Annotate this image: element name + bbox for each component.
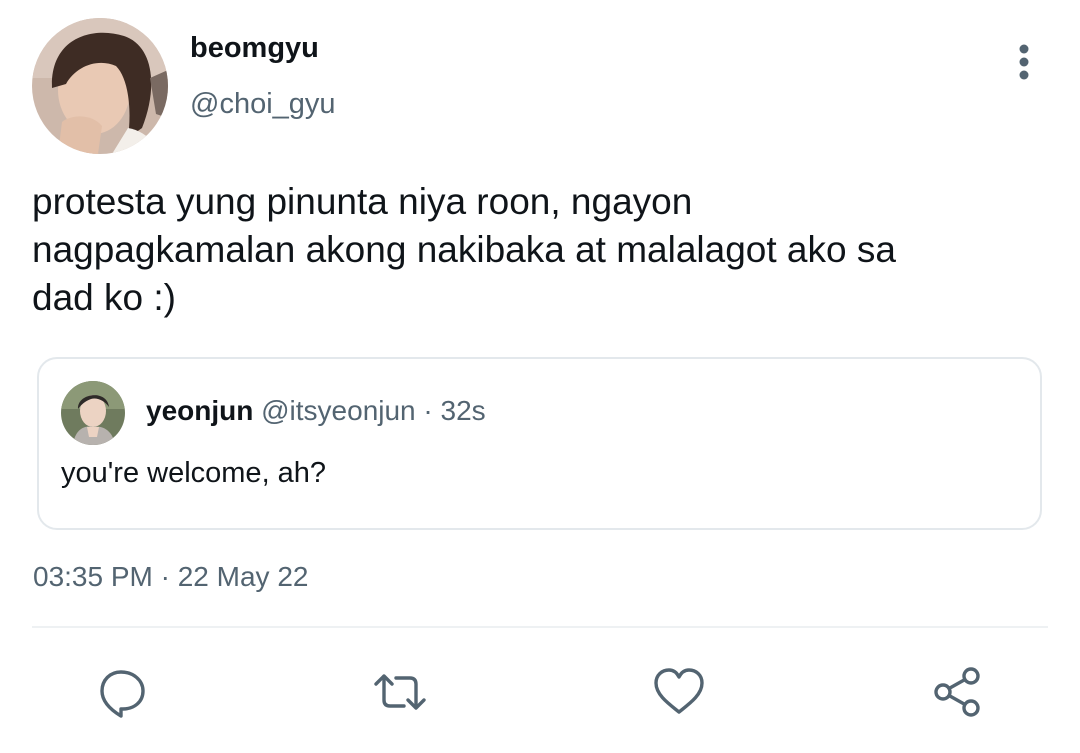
quoted-time: 32s [440,395,486,426]
share-icon [934,667,980,717]
more-options-button[interactable] [1004,40,1044,84]
tweet-text: protesta yung pinunta niya roon, ngayon n… [32,178,1042,322]
author-handle[interactable]: @choi_gyu [190,88,336,121]
share-button[interactable] [929,664,985,720]
reply-button[interactable] [95,664,151,720]
author-display-name[interactable]: beomgyu [190,32,319,65]
tweet-timestamp[interactable]: 03:35 PM · 22 May 22 [33,561,308,593]
more-vertical-icon [1019,44,1029,80]
retweet-button[interactable] [372,664,428,720]
tweet-text-line: nagpagkamalan akong nakibaka at malalago… [32,229,896,270]
heart-icon [654,668,704,714]
quoted-separator: · [423,395,433,426]
quoted-author-name[interactable]: yeonjun [146,395,253,426]
author-avatar[interactable] [32,18,168,154]
tweet-text-line: protesta yung pinunta niya roon, ngayon [32,181,693,222]
reply-bubble-icon [100,670,145,718]
divider [32,626,1048,628]
like-button[interactable] [651,664,707,720]
quoted-tweet-header: yeonjun @itsyeonjun · 32s [146,395,486,427]
quoted-author-avatar[interactable] [61,381,125,445]
quoted-author-handle[interactable]: @itsyeonjun [261,395,416,426]
retweet-icon [374,674,426,710]
quoted-tweet-card[interactable]: yeonjun @itsyeonjun · 32s you're welcome… [37,357,1042,530]
quoted-tweet-text: you're welcome, ah? [61,457,327,489]
avatar-photo-icon [32,18,168,154]
tweet-text-line: dad ko :) [32,277,176,318]
avatar-photo-icon [61,381,125,445]
